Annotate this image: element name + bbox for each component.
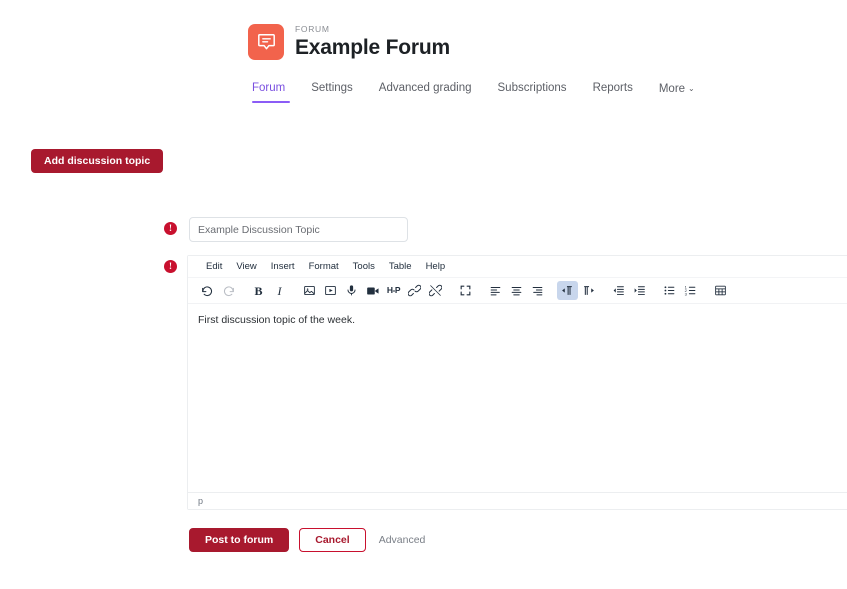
page-eyebrow: FORUM — [295, 24, 450, 35]
microphone-icon[interactable] — [341, 281, 362, 300]
menu-insert[interactable]: Insert — [264, 258, 302, 275]
menu-tools[interactable]: Tools — [346, 258, 382, 275]
svg-text:3: 3 — [685, 291, 688, 296]
form-actions: Post to forum Cancel Advanced — [189, 528, 428, 552]
bullet-list-icon[interactable] — [659, 281, 680, 300]
table-icon[interactable] — [710, 281, 731, 300]
forum-logo — [248, 24, 284, 60]
align-right-icon[interactable] — [527, 281, 548, 300]
forum-page: FORUM Example Forum Forum Settings Advan… — [0, 0, 847, 589]
brand-text-block: FORUM Example Forum — [295, 24, 450, 60]
video-camera-icon[interactable] — [362, 281, 383, 300]
link-icon[interactable] — [404, 281, 425, 300]
undo-icon[interactable] — [197, 281, 218, 300]
tab-reports-label: Reports — [593, 82, 633, 94]
menu-view[interactable]: View — [229, 258, 263, 275]
error-icon-title[interactable]: ! — [164, 222, 177, 235]
menu-edit[interactable]: Edit — [201, 258, 229, 275]
outdent-icon[interactable] — [608, 281, 629, 300]
error-icon-message[interactable]: ! — [164, 260, 177, 273]
menu-table[interactable]: Table — [382, 258, 419, 275]
tab-advanced-grading[interactable]: Advanced grading — [366, 78, 485, 103]
editor-content-area[interactable]: First discussion topic of the week. — [188, 304, 847, 492]
advanced-link[interactable]: Advanced — [376, 534, 429, 546]
tab-forum-label: Forum — [252, 82, 285, 94]
tab-subscriptions[interactable]: Subscriptions — [485, 78, 580, 103]
bold-icon[interactable]: B — [248, 281, 269, 300]
indent-icon[interactable] — [629, 281, 650, 300]
tab-settings-label: Settings — [311, 82, 353, 94]
editor-paragraph: First discussion topic of the week. — [198, 313, 847, 328]
page-title: Example Forum — [295, 36, 450, 60]
tab-more[interactable]: More⌄ — [646, 78, 708, 104]
ltr-icon[interactable] — [557, 281, 578, 300]
tab-subscriptions-label: Subscriptions — [498, 82, 567, 94]
post-to-forum-button[interactable]: Post to forum — [189, 528, 289, 552]
add-discussion-topic-button[interactable]: Add discussion topic — [31, 149, 163, 173]
align-left-icon[interactable] — [485, 281, 506, 300]
tab-reports[interactable]: Reports — [580, 78, 646, 103]
image-icon[interactable] — [299, 281, 320, 300]
italic-icon[interactable]: I — [269, 281, 290, 300]
subject-input[interactable] — [189, 217, 408, 242]
align-center-icon[interactable] — [506, 281, 527, 300]
menu-format[interactable]: Format — [302, 258, 346, 275]
tab-settings[interactable]: Settings — [298, 78, 366, 103]
editor-menubar: Edit View Insert Format Tools Table Help — [188, 256, 847, 278]
unlink-icon[interactable] — [425, 281, 446, 300]
speech-bubble-icon — [256, 32, 277, 53]
h5p-icon[interactable]: H-P — [383, 281, 404, 300]
tab-advanced-grading-label: Advanced grading — [379, 82, 472, 94]
cancel-button[interactable]: Cancel — [299, 528, 365, 552]
tab-forum[interactable]: Forum — [248, 78, 298, 103]
editor-statusbar: p — [188, 492, 847, 509]
rtl-icon[interactable] — [578, 281, 599, 300]
redo-icon[interactable] — [218, 281, 239, 300]
menu-help[interactable]: Help — [419, 258, 453, 275]
chevron-down-icon: ⌄ — [688, 81, 695, 96]
rich-text-editor: Edit View Insert Format Tools Table Help — [187, 255, 847, 510]
editor-toolbar: B I — [188, 278, 847, 304]
numbered-list-icon[interactable]: 1 2 3 — [680, 281, 701, 300]
element-path[interactable]: p — [198, 495, 203, 507]
page-header: FORUM Example Forum — [248, 24, 450, 60]
fullscreen-icon[interactable] — [455, 281, 476, 300]
tab-more-label: More — [659, 83, 685, 95]
navigation-tabs: Forum Settings Advanced grading Subscrip… — [248, 78, 708, 104]
media-icon[interactable] — [320, 281, 341, 300]
